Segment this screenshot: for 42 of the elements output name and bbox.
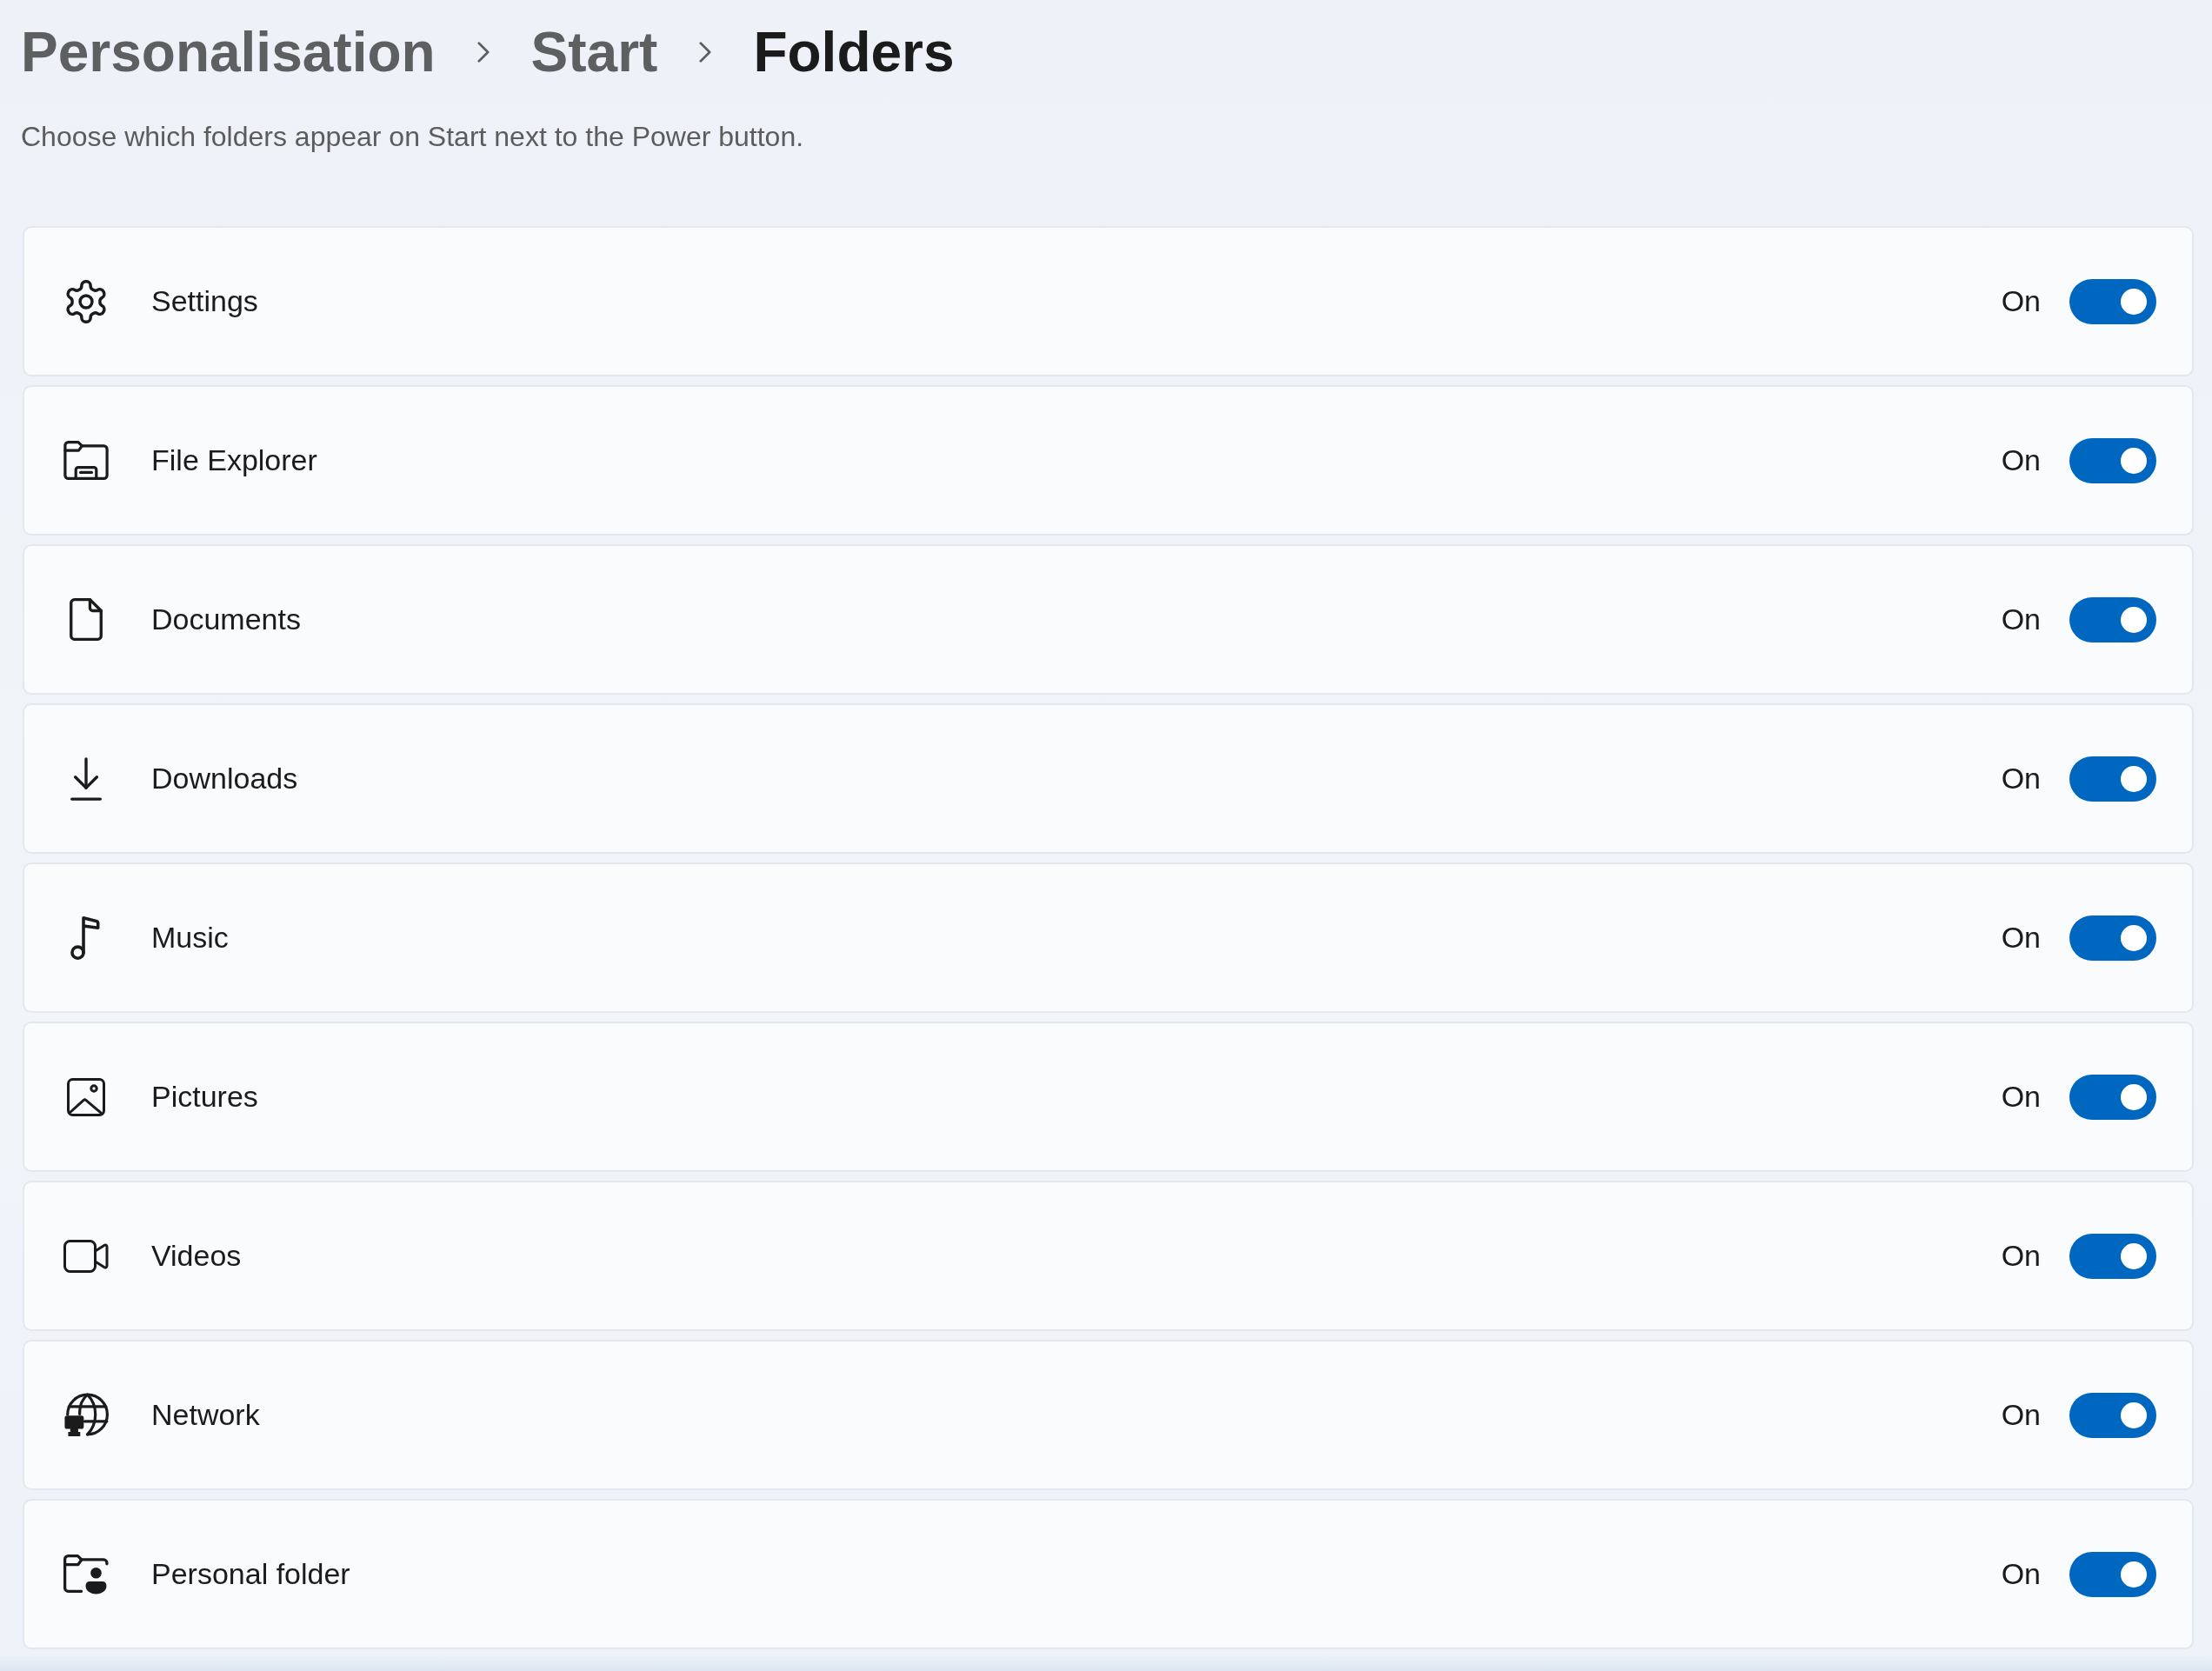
toggle-state-label: On — [2001, 921, 2041, 955]
folder-label: Downloads — [151, 762, 298, 796]
chevron-right-icon — [476, 42, 490, 63]
toggle-state-label: On — [2001, 762, 2041, 796]
toggle-switch[interactable] — [2069, 437, 2156, 483]
toggle-state-label: On — [2001, 1398, 2041, 1432]
download-icon — [70, 756, 102, 801]
toggle-switch[interactable] — [2069, 596, 2156, 642]
music-note-icon — [70, 915, 102, 960]
toggle-state-label: On — [2001, 602, 2041, 636]
chevron-right-icon — [699, 42, 712, 63]
breadcrumb-link[interactable]: Start — [530, 19, 658, 85]
toggle-switch[interactable] — [2069, 278, 2156, 324]
folder-label: Personal folder — [151, 1557, 350, 1591]
folder-label: Pictures — [151, 1080, 258, 1114]
folder-label: Videos — [151, 1239, 242, 1273]
folder-label: Documents — [151, 602, 301, 636]
toggle-state-label: On — [2001, 443, 2041, 477]
folder-icon — [63, 441, 109, 480]
page-description: Choose which folders appear on Start next to the Power button. — [21, 120, 805, 154]
gear-icon — [64, 279, 108, 323]
page-title: Folders — [753, 20, 955, 85]
toggle-switch[interactable] — [2069, 1074, 2156, 1120]
toggle-switch[interactable] — [2069, 1233, 2156, 1279]
toggle-state-label: On — [2001, 1080, 2041, 1114]
folder-label: File Explorer — [151, 443, 317, 477]
folder-label: Music — [151, 921, 229, 955]
toggle-switch[interactable] — [2069, 1392, 2156, 1438]
folder-label: Network — [151, 1398, 260, 1432]
toggle-switch[interactable] — [2069, 756, 2156, 802]
toggle-state-label: On — [2001, 1557, 2041, 1591]
folder-person-icon — [63, 1554, 109, 1594]
document-icon — [70, 598, 103, 641]
toggle-switch[interactable] — [2069, 1551, 2156, 1597]
toggle-state-label: On — [2001, 284, 2041, 318]
breadcrumb-link[interactable]: Personalisation — [21, 19, 436, 85]
globe-monitor-icon — [63, 1393, 109, 1437]
picture-icon — [67, 1077, 105, 1116]
toggle-state-label: On — [2001, 1239, 2041, 1273]
folder-label: Settings — [151, 284, 258, 318]
toggle-switch[interactable] — [2069, 915, 2156, 961]
video-camera-icon — [63, 1239, 109, 1273]
